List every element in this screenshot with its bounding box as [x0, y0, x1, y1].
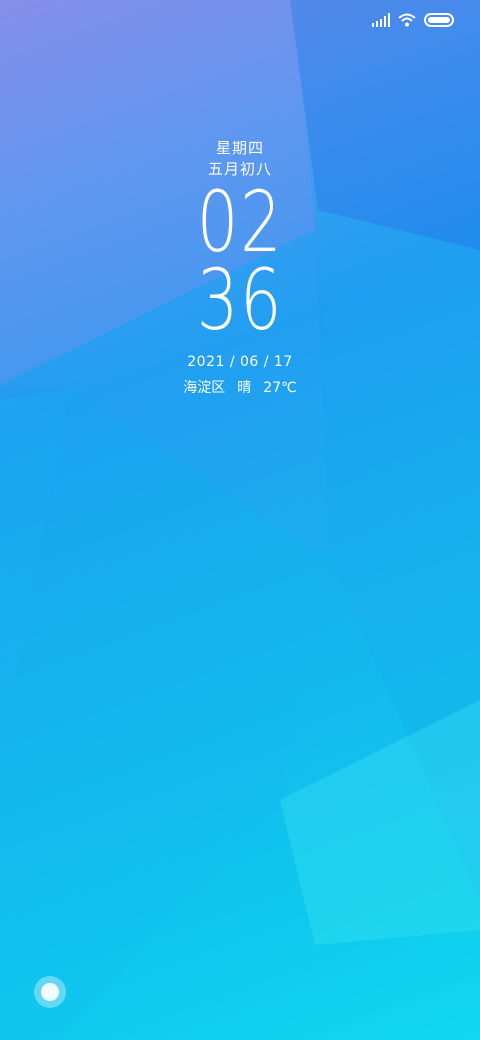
wifi-icon — [398, 13, 416, 27]
assistant-button[interactable] — [34, 976, 66, 1008]
cellular-signal-icon — [372, 13, 390, 27]
status-bar — [372, 10, 454, 30]
battery-icon — [424, 13, 454, 27]
date-label: 2021 / 06 / 17 — [187, 354, 293, 370]
weekday-label: 星期四 — [215, 139, 264, 157]
temperature-label: 27℃ — [263, 380, 297, 396]
location-label: 海淀区 — [183, 380, 226, 396]
lock-screen-info: 星期四 五月初八 02 36 2021 / 06 / 17 海淀区 晴 27℃ — [0, 138, 480, 398]
clock-minute: 36 — [196, 251, 284, 349]
weather-condition: 晴 — [237, 380, 252, 396]
clock-hour: 02 — [196, 173, 284, 271]
weather-line: 海淀区 晴 27℃ — [0, 378, 480, 398]
assistant-circle-icon — [41, 983, 59, 1001]
lock-screen: 星期四 五月初八 02 36 2021 / 06 / 17 海淀区 晴 27℃ — [0, 0, 480, 1040]
